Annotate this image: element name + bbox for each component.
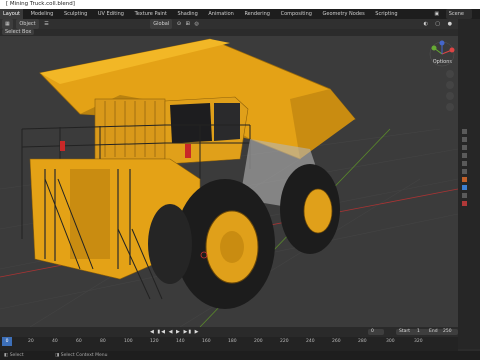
tab-texture-paint[interactable]: Texture Paint bbox=[132, 9, 170, 19]
mining-truck-model[interactable] bbox=[21, 38, 356, 309]
proportional-edit-icon[interactable]: ◎ bbox=[194, 19, 198, 29]
editor-type-icon[interactable]: ▦ bbox=[2, 19, 13, 29]
ruler-tick: 280 bbox=[358, 339, 367, 344]
tab-layout[interactable]: Layout bbox=[0, 9, 23, 19]
scene-properties-icon[interactable] bbox=[462, 161, 467, 166]
tool-properties-icon[interactable] bbox=[462, 129, 467, 134]
tab-sculpting[interactable]: Sculpting bbox=[61, 9, 90, 19]
view-layer-properties-icon[interactable] bbox=[462, 153, 467, 158]
status-context-text: Select Context Menu bbox=[60, 353, 108, 358]
start-frame-label: Start bbox=[396, 329, 416, 335]
tab-rendering[interactable]: Rendering bbox=[241, 9, 273, 19]
ruler-tick: 100 bbox=[124, 339, 133, 344]
zoom-icon[interactable] bbox=[446, 70, 454, 78]
modifier-properties-icon[interactable] bbox=[462, 185, 467, 190]
status-select-text: Select bbox=[9, 353, 24, 358]
window-titlebar: [ Mining Truck.coll.blend] bbox=[0, 0, 480, 9]
physics-properties-icon[interactable] bbox=[462, 193, 467, 198]
ruler-tick: 120 bbox=[150, 339, 159, 344]
scene-selector[interactable]: Scene bbox=[445, 9, 472, 19]
navigation-gizmo[interactable] bbox=[428, 40, 456, 68]
viewport-header: ▦ Object ☰ Global ⊙ ⊞ ◎ ◐ ▢ ● bbox=[0, 19, 458, 29]
ruler-tick: 60 bbox=[76, 339, 82, 344]
xray-icon[interactable]: ▢ bbox=[435, 19, 440, 29]
pivot-icon[interactable]: ⊙ bbox=[177, 19, 181, 29]
ruler-tick: 300 bbox=[386, 339, 395, 344]
mouse-right-icon: ◨ bbox=[55, 353, 60, 358]
ruler-tick: 180 bbox=[228, 339, 237, 344]
world-properties-icon[interactable] bbox=[462, 169, 467, 174]
end-frame-field[interactable]: 250 bbox=[440, 329, 458, 335]
tab-geometry-nodes[interactable]: Geometry Nodes bbox=[320, 9, 368, 19]
view-menu-icon[interactable]: ☰ bbox=[44, 19, 48, 29]
tool-settings-bar: Select Box bbox=[0, 29, 458, 36]
tab-scripting[interactable]: Scripting bbox=[372, 9, 400, 19]
ruler-tick: 320 bbox=[414, 339, 423, 344]
select-box-selector[interactable]: Select Box bbox=[2, 29, 35, 35]
overlay-icon[interactable]: ◐ bbox=[424, 19, 428, 29]
status-bar: ◧ Select ◨ Select Context Menu bbox=[0, 351, 480, 360]
ruler-tick: 20 bbox=[28, 339, 34, 344]
transform-orientation-selector[interactable]: Global bbox=[150, 19, 173, 29]
shading-solid-icon[interactable]: ● bbox=[448, 19, 452, 29]
timeline-ruler[interactable]: 10 20 40 60 80 100 120 140 160 180 200 2… bbox=[0, 337, 458, 346]
mouse-left-icon: ◧ bbox=[4, 353, 9, 358]
viewport-nav-buttons bbox=[446, 70, 454, 111]
ruler-tick: 40 bbox=[52, 339, 58, 344]
properties-panel bbox=[458, 19, 480, 349]
scene-icon[interactable]: ▣ bbox=[434, 9, 439, 19]
tab-modeling[interactable]: Modeling bbox=[28, 9, 57, 19]
tab-animation[interactable]: Animation bbox=[205, 9, 237, 19]
ruler-tick: 160 bbox=[202, 339, 211, 344]
viewport-canvas[interactable] bbox=[0, 29, 458, 327]
tab-shading[interactable]: Shading bbox=[174, 9, 200, 19]
mode-selector[interactable]: Object bbox=[16, 19, 39, 29]
playback-controls[interactable]: ◀ ▮◀ ◀ ▶ ▶▮ ▶ bbox=[150, 329, 200, 335]
timeline-controls: ◀ ▮◀ ◀ ▶ ▶▮ ▶ 0 Start 1 End 250 bbox=[0, 327, 458, 337]
ruler-tick: 260 bbox=[332, 339, 341, 344]
ruler-tick: 140 bbox=[176, 339, 185, 344]
snap-icon[interactable]: ⊞ bbox=[186, 19, 190, 29]
camera-view-icon[interactable] bbox=[446, 92, 454, 100]
ruler-tick: 220 bbox=[280, 339, 289, 344]
window-title: [ Mining Truck.coll.blend] bbox=[6, 1, 75, 7]
object-properties-icon[interactable] bbox=[462, 177, 467, 182]
ruler-tick: 80 bbox=[100, 339, 106, 344]
output-properties-icon[interactable] bbox=[462, 145, 467, 150]
ruler-tick: 240 bbox=[306, 339, 315, 344]
3d-viewport[interactable]: Options bbox=[0, 29, 458, 327]
workspace-tabs-bar: Layout Modeling Sculpting UV Editing Tex… bbox=[0, 9, 480, 19]
tab-uv-editing[interactable]: UV Editing bbox=[95, 9, 127, 19]
material-properties-icon[interactable] bbox=[462, 201, 467, 206]
render-properties-icon[interactable] bbox=[462, 137, 467, 142]
pan-icon[interactable] bbox=[446, 81, 454, 89]
playhead[interactable]: 0 bbox=[2, 337, 12, 346]
ortho-toggle-icon[interactable] bbox=[446, 103, 454, 111]
ruler-tick: 200 bbox=[254, 339, 263, 344]
tab-compositing[interactable]: Compositing bbox=[278, 9, 315, 19]
current-frame-field[interactable]: 0 bbox=[368, 329, 384, 335]
